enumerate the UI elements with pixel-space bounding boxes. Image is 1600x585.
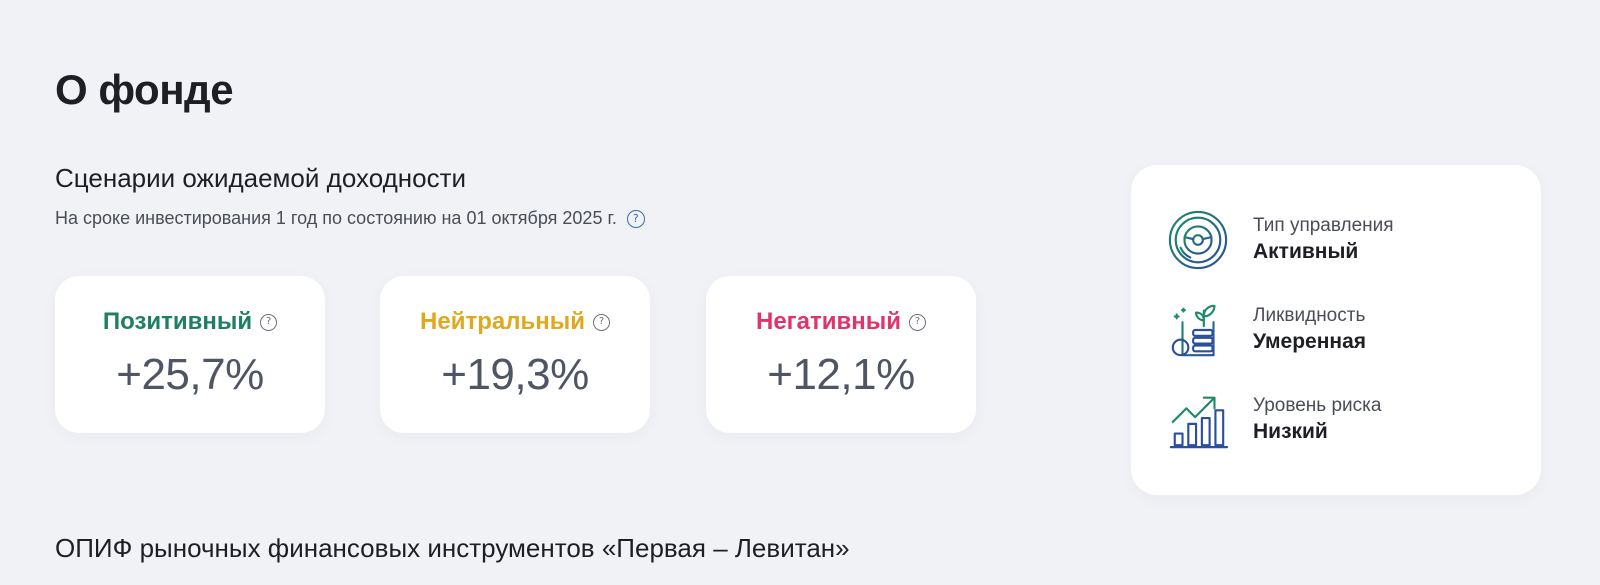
scenario-card-negative: Негативный ? +12,1% <box>706 276 976 433</box>
fund-name: ОПИФ рыночных финансовых инструментов «П… <box>55 533 850 563</box>
question-circle-icon[interactable]: ? <box>626 209 645 228</box>
coins-plant-icon <box>1171 304 1216 357</box>
scenario-card-positive: Позитивный ? +25,7% <box>55 276 325 433</box>
scenario-label-negative: Негативный <box>755 308 902 335</box>
info-row-management: Тип управления Активный <box>1167 209 1394 271</box>
info-label-risk: Уровень риска <box>1253 395 1382 416</box>
info-label-liquidity: Ликвидность <box>1253 305 1366 326</box>
scenarios-title: Сценарии ожидаемой доходности <box>55 163 466 193</box>
steering-wheel-icon <box>1168 210 1228 270</box>
scenario-value-neutral: +19,3% <box>441 350 589 399</box>
fund-info-panel: Тип управления Активный Ликвидность Умер… <box>1131 165 1541 495</box>
info-value-risk: Низкий <box>1253 420 1328 443</box>
growth-chart-icon <box>1169 396 1229 449</box>
info-label-management: Тип управления <box>1253 215 1394 236</box>
page-title: О фонде <box>55 66 234 113</box>
question-circle-icon[interactable]: ? <box>592 313 610 331</box>
scenario-label-positive: Позитивный <box>102 308 253 335</box>
question-circle-icon[interactable]: ? <box>909 313 927 331</box>
scenarios-subtitle: На сроке инвестирования 1 год по состоян… <box>55 208 645 229</box>
info-value-management: Активный <box>1253 240 1359 263</box>
info-row-liquidity: Ликвидность Умеренная <box>1167 299 1366 361</box>
question-circle-icon[interactable]: ? <box>260 313 278 331</box>
info-row-risk: Уровень риска Низкий <box>1167 389 1381 451</box>
info-value-liquidity: Умеренная <box>1253 330 1367 353</box>
scenario-card-neutral: Нейтральный ? +19,3% <box>380 276 650 433</box>
scenario-value-negative: +12,1% <box>767 350 915 399</box>
scenarios-subtitle-text: На сроке инвестирования 1 год по состоян… <box>55 208 617 228</box>
scenario-label-neutral: Нейтральный <box>420 308 585 335</box>
scenario-value-positive: +25,7% <box>116 350 264 399</box>
